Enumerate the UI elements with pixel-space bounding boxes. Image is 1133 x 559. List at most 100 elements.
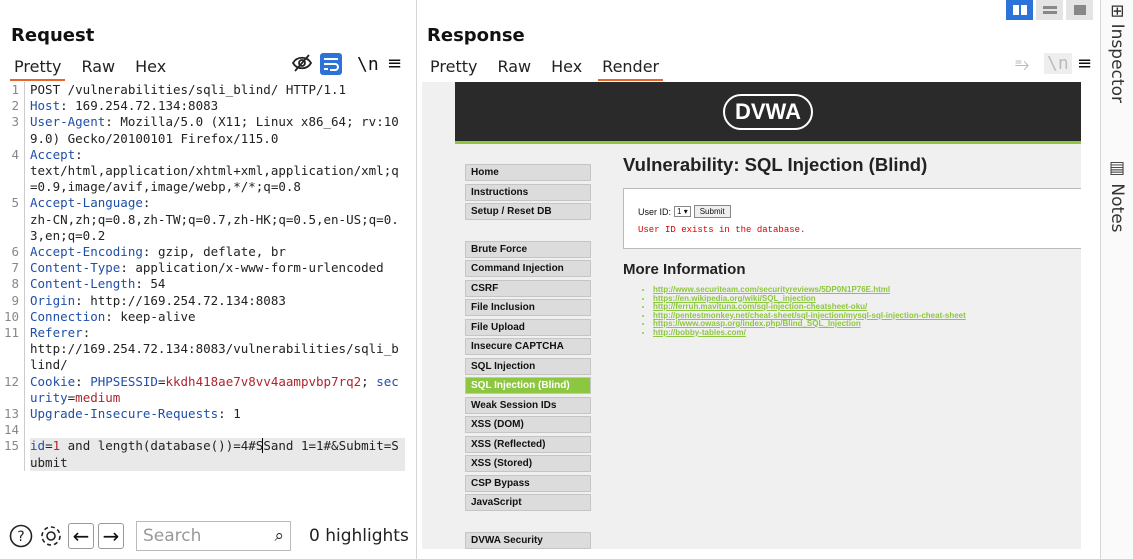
search-icon: ⌕ [274,526,284,546]
dvwa-menu: Home Instructions Setup / Reset DB Brute Fo… [465,164,591,549]
menu-icon[interactable]: ≡ [1077,53,1092,74]
search-placeholder: Search [143,526,202,546]
line-number: 13 [3,406,19,422]
response-pane: Response Pretty Raw Hex Render ⥱ \n ≡ DV… [418,0,1099,559]
line-text: Connection: keep-alive [30,308,196,324]
menu-icon[interactable]: ≡ [387,53,402,74]
back-arrow-icon[interactable]: ← [68,523,94,549]
submit-button[interactable]: Submit [693,205,731,218]
wrap-lines-icon[interactable] [320,53,342,80]
menu-item-csrf[interactable]: CSRF [465,279,591,297]
menu-item-csp-bypass[interactable]: CSP Bypass [465,474,591,492]
line-text [30,422,405,438]
line-number: 11 [3,325,19,341]
menu-item-javascript[interactable]: JavaScript [465,494,591,511]
menu-item-xss-dom[interactable]: XSS (DOM) [465,416,591,433]
request-editor[interactable]: 1 POST /vulnerabilities/sqli_blind/ HTTP/… [0,82,410,512]
split-columns-icon[interactable] [1006,0,1033,20]
wrap-lines-icon[interactable]: ⥱ [1015,54,1029,75]
line-text: Accept-Language: zh-CN,zh;q=0.8,zh-TW;q=… [30,195,399,243]
dvwa-header: DVWA [455,82,1081,144]
code-line[interactable]: 13 Upgrade-Insecure-Requests: 1 [0,406,410,423]
code-line[interactable]: 7 Content-Type: application/x-www-form-ur… [0,260,410,277]
code-line[interactable]: 6 Accept-Encoding: gzip, deflate, br [0,244,410,261]
code-line[interactable]: 3 User-Agent: Mozilla/5.0 (X11; Linux x86… [0,114,410,147]
layout-buttons [1006,0,1096,20]
code-line[interactable]: 15 id=1 and length(database())=4#SSand 1=… [0,438,410,471]
tab-hex[interactable]: Hex [131,55,170,81]
line-number: 12 [3,373,19,389]
hide-icon[interactable] [291,53,313,78]
menu-item-instructions[interactable]: Instructions [465,183,591,201]
reference-link[interactable]: http://bobby-tables.com/ [653,328,746,337]
line-number: 9 [11,292,19,308]
menu-item-setup-reset-db[interactable]: Setup / Reset DB [465,203,591,220]
forward-arrow-icon[interactable]: → [98,523,124,549]
line-text: Referer: http://169.254.72.134:8083/vuln… [30,325,399,373]
newline-toggle-icon[interactable]: \n [1044,53,1072,74]
code-line[interactable]: 12 Cookie: PHPSESSID=kkdh418ae7v8vv4aampv… [0,373,410,407]
line-text: Content-Length: 54 [30,276,166,292]
request-tabs: Pretty Raw Hex [10,55,182,81]
code-line[interactable]: 1 POST /vulnerabilities/sqli_blind/ HTTP/… [0,82,410,99]
code-line[interactable]: 10 Connection: keep-alive [0,308,410,326]
menu-item-sql-injection-blind[interactable]: SQL Injection (Blind) [465,377,591,394]
line-text: Content-Type: application/x-www-form-url… [30,260,384,276]
line-text: Accept: text/html,application/xhtml+xml,… [30,146,399,195]
tab-pretty[interactable]: Pretty [10,55,66,81]
line-number: 15 [3,438,19,454]
single-pane-icon[interactable] [1066,0,1093,20]
result-message: User ID exists in the database. [638,225,806,235]
response-tabs: Pretty Raw Hex Render [426,55,675,81]
notes-tab[interactable]: ▤ Notes [1107,158,1127,233]
menu-item-sql-injection[interactable]: SQL Injection [465,357,591,375]
line-number: 2 [11,98,19,114]
tab-render[interactable]: Render [598,55,664,81]
line-number: 4 [11,146,19,162]
code-line[interactable]: 8 Content-Length: 54 [0,276,410,293]
tab-hex[interactable]: Hex [547,55,586,81]
line-text: Origin: http://169.254.72.134:8083 [30,292,286,308]
code-line[interactable]: 4 Accept: text/html,application/xhtml+xml… [0,146,410,196]
line-text: Accept-Encoding: gzip, deflate, br [30,244,286,260]
inspector-label: Inspector [1107,23,1127,103]
notes-icon: ▤ [1107,158,1127,184]
code-line[interactable]: 14 [0,422,410,439]
tab-pretty[interactable]: Pretty [426,55,481,81]
menu-item-xss-reflected[interactable]: XSS (Reflected) [465,435,591,453]
code-line[interactable]: 2 Host: 169.254.72.134:8083 [0,98,410,115]
highlight-count: 0 highlights [309,526,409,546]
code-line[interactable]: 11 Referer: http://169.254.72.134:8083/vu… [0,325,410,374]
code-line[interactable]: 9 Origin: http://169.254.72.134:8083 [0,292,410,309]
menu-item-command-injection[interactable]: Command Injection [465,260,591,277]
newline-toggle-icon[interactable]: \n [357,54,379,75]
menu-item-weak-session-ids[interactable]: Weak Session IDs [465,396,591,414]
line-number: 5 [11,195,19,211]
user-id-select[interactable]: 1 ▾ [674,206,691,217]
line-text: Upgrade-Insecure-Requests: 1 [30,406,241,422]
inspector-tab[interactable]: ⊞ Inspector [1107,4,1127,103]
request-pane: Request Pretty Raw Hex \n ≡ 1 POST /vulne… [0,0,417,559]
menu-item-insecure-captcha[interactable]: Insecure CAPTCHA [465,338,591,355]
help-icon[interactable]: ? [8,523,34,549]
tab-raw[interactable]: Raw [493,55,535,81]
menu-item-file-inclusion[interactable]: File Inclusion [465,299,591,316]
inspector-icon: ⊞ [1107,4,1127,24]
menu-item-file-upload[interactable]: File Upload [465,318,591,336]
menu-item-home[interactable]: Home [465,164,591,181]
split-rows-icon[interactable] [1036,0,1063,20]
tab-raw[interactable]: Raw [77,55,119,81]
code-line[interactable]: 5 Accept-Language: zh-CN,zh;q=0.8,zh-TW;q… [0,195,410,245]
menu-item-xss-stored[interactable]: XSS (Stored) [465,455,591,472]
line-number: 10 [3,308,19,324]
response-title: Response [427,25,525,46]
menu-item-brute-force[interactable]: Brute Force [465,240,591,258]
request-title: Request [11,25,95,46]
list-item: http://bobby-tables.com/ [653,328,1081,338]
more-info-links: http://www.securiteam.com/securityreview… [623,285,1081,338]
menu-item-dvwa-security[interactable]: DVWA Security [465,531,591,549]
settings-gear-icon[interactable] [38,523,64,549]
search-input[interactable]: Search ⌕ [136,521,291,551]
line-number: 7 [11,260,19,276]
line-number: 6 [11,244,19,260]
